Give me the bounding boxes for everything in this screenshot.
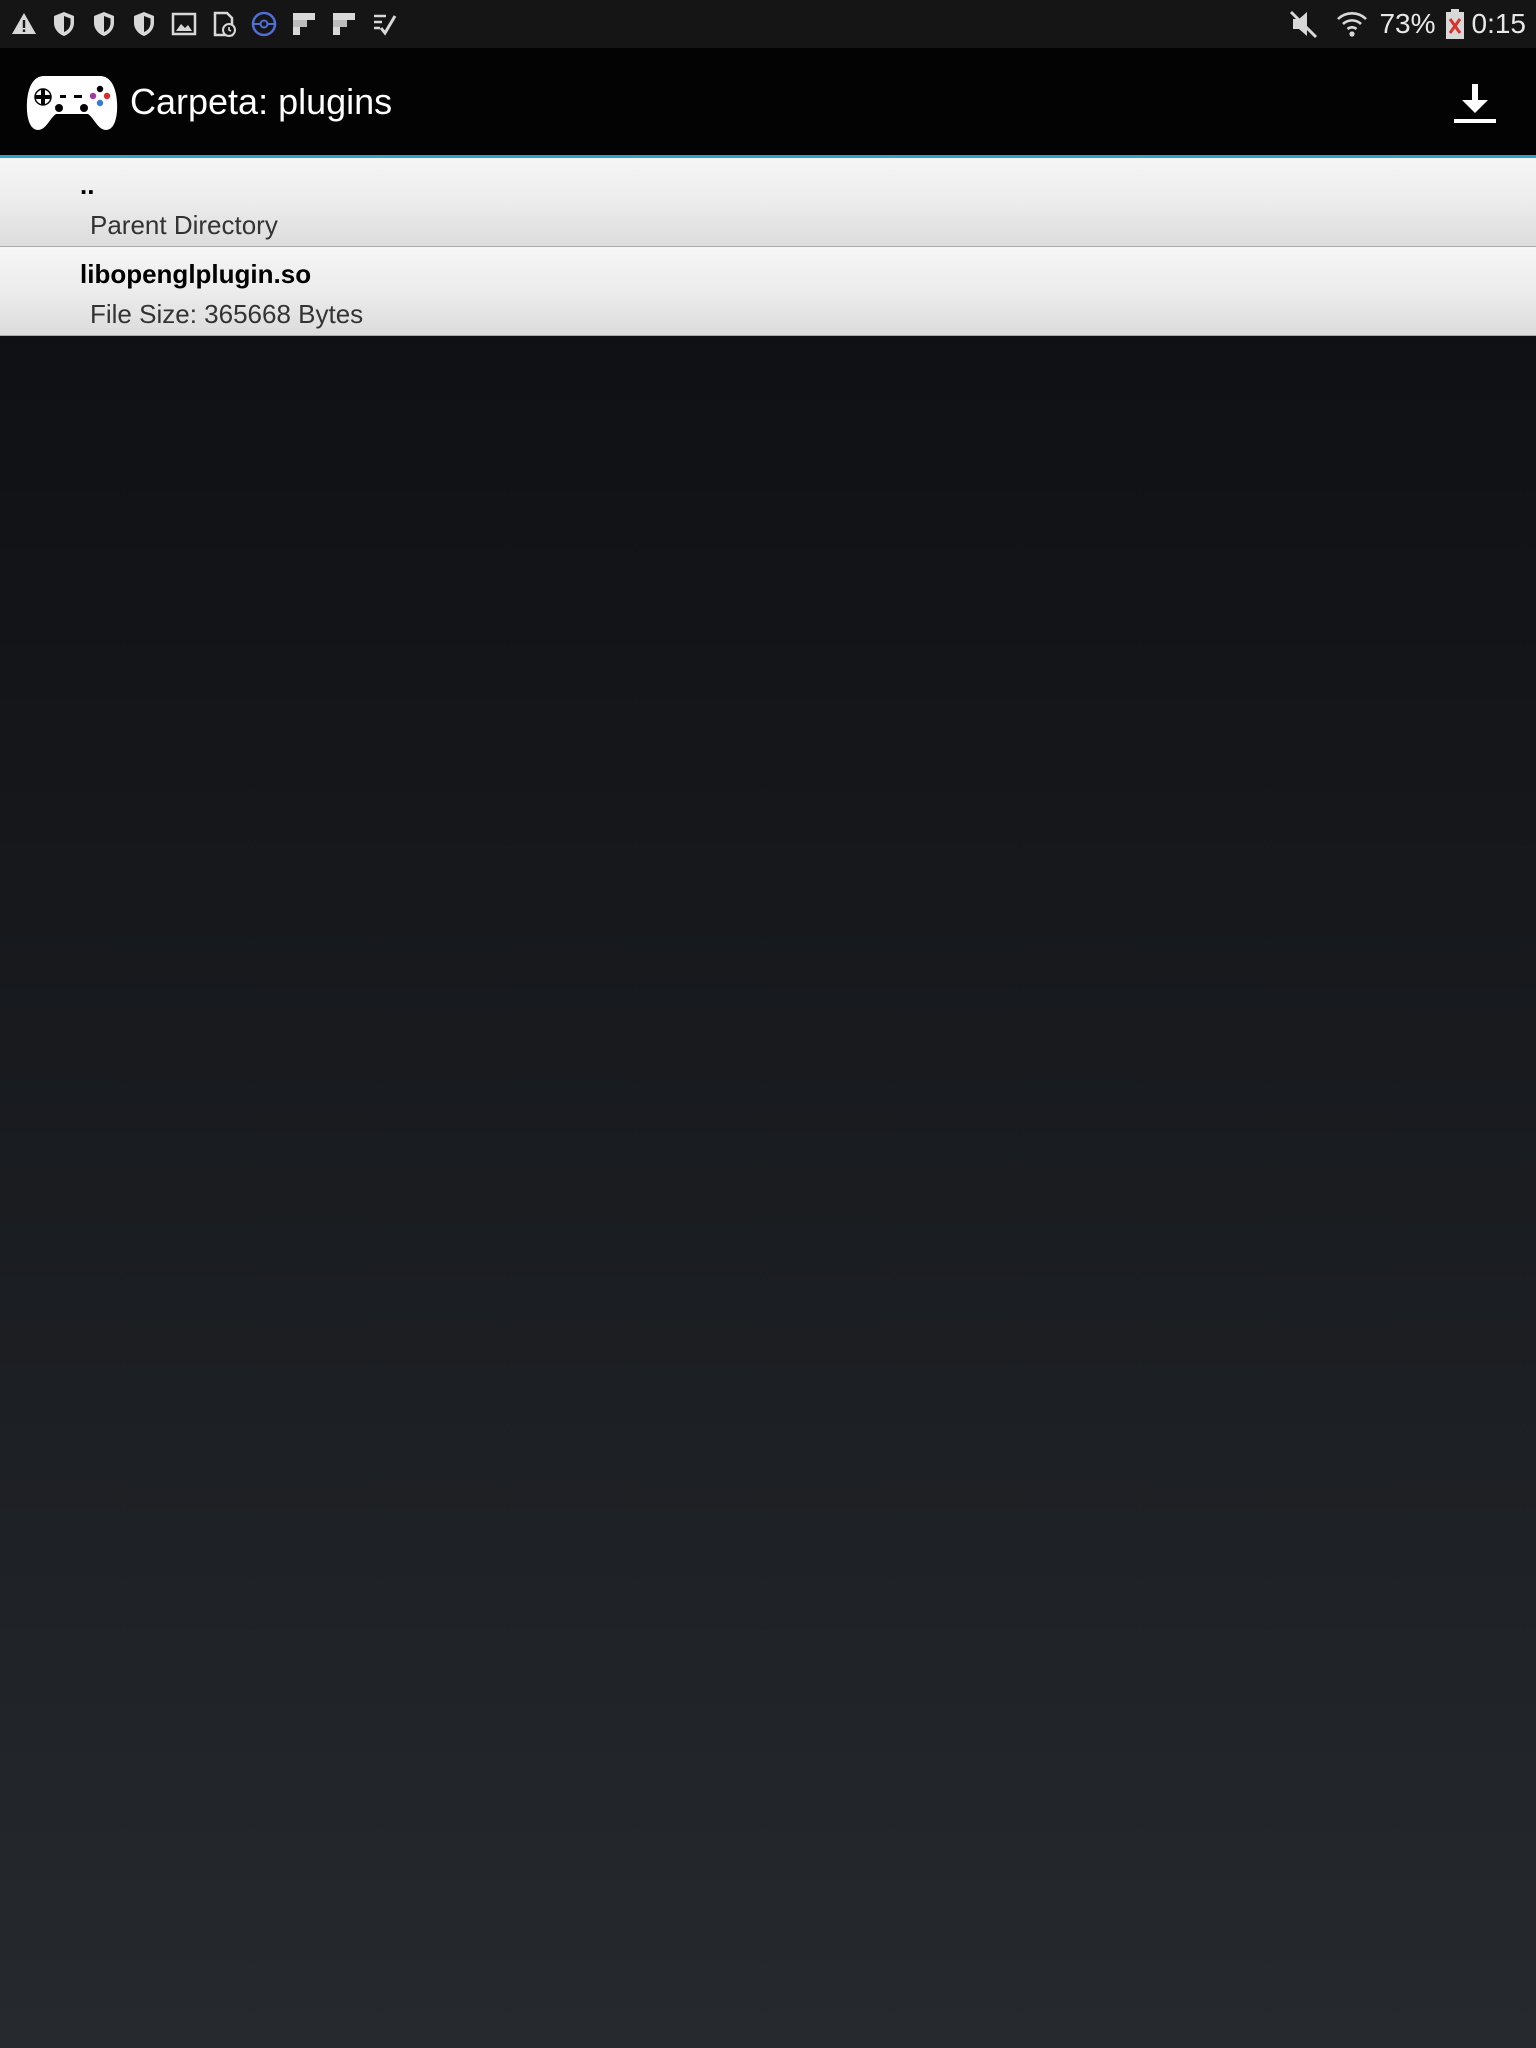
status-bar: 73% 0:15	[0, 0, 1536, 48]
circle-app-icon	[251, 11, 277, 37]
file-name: libopenglplugin.so	[80, 259, 312, 289]
list-item-file[interactable]: libopenglplugin.so File Size: 365668 Byt…	[0, 247, 1536, 336]
flipboard-icon	[333, 13, 355, 35]
checklist-icon	[374, 14, 397, 36]
shield-icon	[94, 12, 114, 36]
list-item-parent-directory[interactable]: .. Parent Directory	[0, 158, 1536, 247]
wifi-icon	[1337, 12, 1368, 37]
system-status: 73% 0:15	[1287, 0, 1526, 48]
mute-icon	[1290, 10, 1318, 39]
battery-icon	[1445, 9, 1464, 39]
shield-icon	[134, 12, 154, 36]
file-list: .. Parent Directory libopenglplugin.so F…	[0, 158, 1536, 336]
image-icon	[171, 12, 197, 36]
file-description: File Size: 365668 Bytes	[90, 299, 364, 329]
battery-percent: 73%	[1379, 8, 1436, 39]
action-bar: Carpeta: plugins	[0, 48, 1536, 158]
shield-icon	[54, 12, 74, 36]
page-title: Carpeta: plugins	[130, 81, 393, 122]
sim-clock-icon	[213, 11, 236, 37]
file-name: ..	[80, 170, 95, 200]
warning-icon	[12, 13, 36, 34]
download-icon	[1454, 84, 1496, 123]
clock: 0:15	[1471, 8, 1527, 39]
flipboard-icon	[293, 13, 315, 35]
gamepad-icon[interactable]	[26, 72, 118, 132]
notification-icons	[10, 8, 410, 40]
file-description: Parent Directory	[90, 210, 278, 240]
download-button[interactable]	[1450, 82, 1500, 126]
